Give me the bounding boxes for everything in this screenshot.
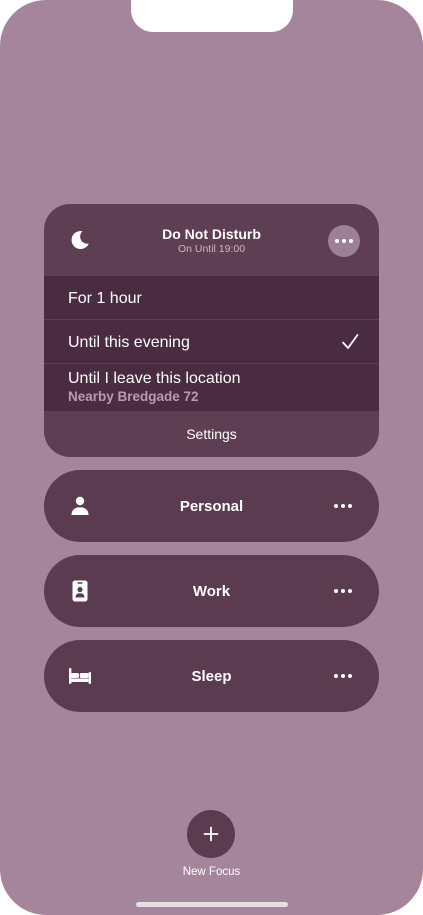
new-focus-button[interactable] [187, 810, 235, 858]
notch [131, 0, 293, 32]
dnd-option-label: For 1 hour [68, 290, 142, 307]
work-more-button[interactable] [330, 581, 356, 601]
focus-label: Work [192, 583, 231, 600]
focus-label: Personal [179, 498, 244, 515]
dnd-option-label: Until this evening [68, 334, 190, 351]
more-icon [334, 589, 352, 593]
checkmark-icon [342, 334, 359, 349]
focus-label: Sleep [191, 668, 232, 685]
dnd-option-1-hour[interactable]: For 1 hour [44, 276, 379, 320]
phone-screen: Do Not Disturb On Until 19:00 For 1 hour… [0, 0, 423, 915]
dnd-settings-button[interactable]: Settings [44, 411, 379, 457]
more-icon [335, 239, 353, 243]
dnd-option-label: Until I leave this location [68, 370, 241, 387]
personal-more-button[interactable] [330, 496, 356, 516]
more-icon [334, 504, 352, 508]
focus-sleep[interactable]: Sleep [44, 640, 379, 712]
plus-icon [203, 826, 219, 842]
sleep-more-button[interactable] [330, 666, 356, 686]
dnd-option-until-leave-location[interactable]: Until I leave this location Nearby Bredg… [44, 364, 379, 411]
dnd-header[interactable]: Do Not Disturb On Until 19:00 [44, 204, 379, 276]
more-icon [334, 674, 352, 678]
dnd-option-location: Nearby Bredgade 72 [68, 389, 199, 404]
home-indicator[interactable] [136, 902, 288, 907]
focus-work[interactable]: Work [44, 555, 379, 627]
new-focus-label: New Focus [182, 866, 241, 878]
dnd-option-until-evening[interactable]: Until this evening [44, 320, 379, 364]
dnd-options: For 1 hour Until this evening Until I le… [44, 276, 379, 411]
do-not-disturb-card: Do Not Disturb On Until 19:00 For 1 hour… [44, 204, 379, 457]
focus-personal[interactable]: Personal [44, 470, 379, 542]
dnd-more-button[interactable] [328, 225, 360, 257]
